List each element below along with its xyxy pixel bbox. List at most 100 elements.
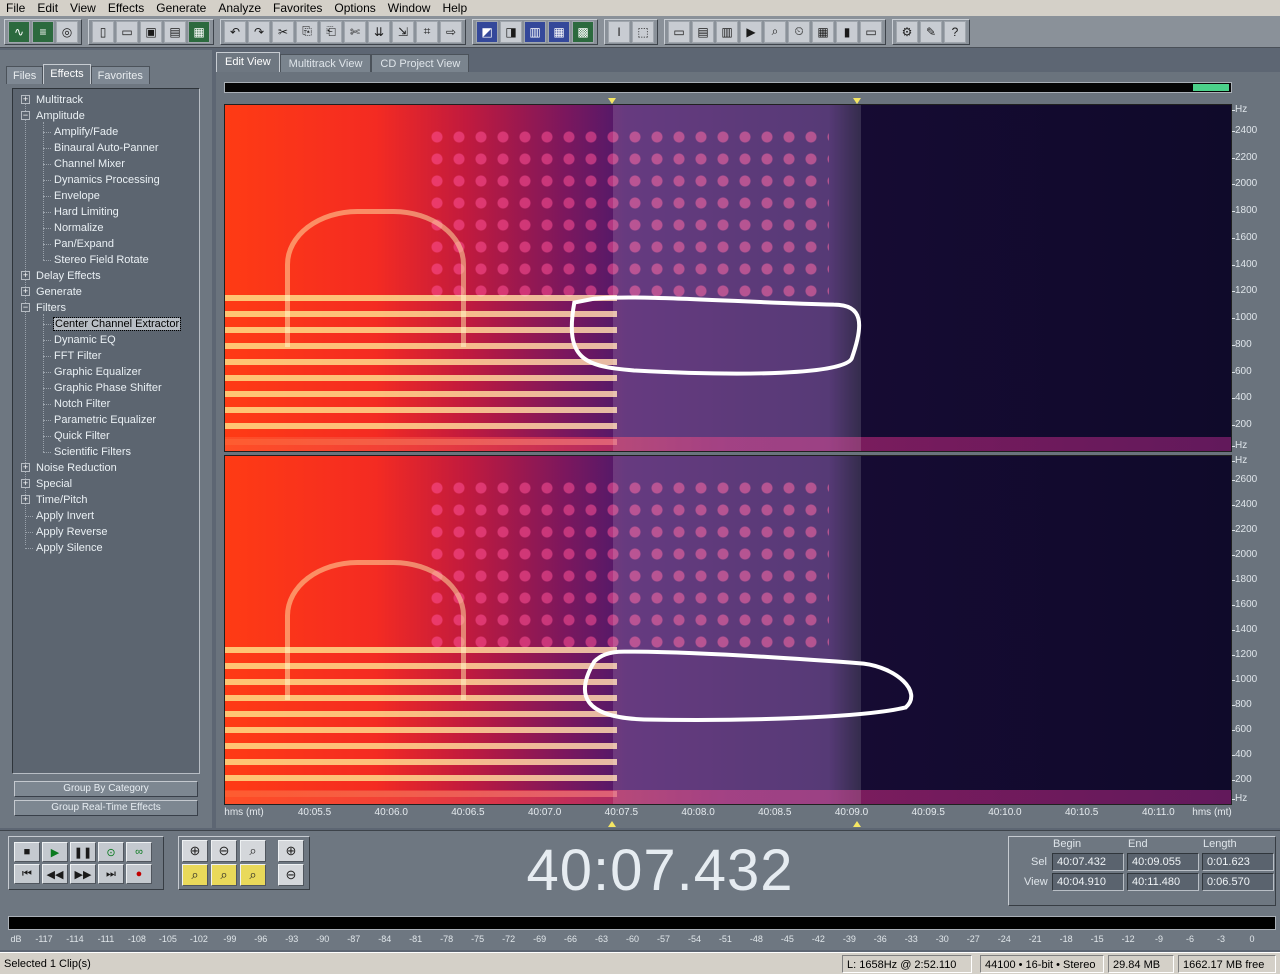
tree-item-center-channel-extractor[interactable]: Center Channel Extractor <box>52 316 182 332</box>
paste-icon[interactable]: ⎗ <box>320 20 342 43</box>
overview-visible-range[interactable] <box>1193 84 1229 91</box>
tree-item-generate[interactable]: Generate <box>36 284 82 300</box>
tree-item-filters[interactable]: Filters <box>36 300 66 316</box>
pause-button[interactable]: ❚❚ <box>70 842 96 862</box>
tree-item-fft-filter[interactable]: FFT Filter <box>54 348 101 364</box>
menu-edit[interactable]: Edit <box>31 0 64 16</box>
tools-icon[interactable]: ✎ <box>920 20 942 43</box>
zoom-out-icon[interactable]: ⊖ <box>211 840 237 862</box>
help-icon[interactable]: ? <box>944 20 966 43</box>
selection-window-icon[interactable]: ▦ <box>812 20 834 43</box>
spectral-pitch-icon[interactable]: ▩ <box>572 20 594 43</box>
tree-item-binaural-auto-panner[interactable]: Binaural Auto-Panner <box>54 140 159 156</box>
menu-favorites[interactable]: Favorites <box>267 0 328 16</box>
settings-icon[interactable]: ⚙ <box>896 20 918 43</box>
scissors-icon[interactable]: ✄ <box>344 20 366 43</box>
tab-effects[interactable]: Effects <box>43 64 91 84</box>
tab-edit-view[interactable]: Edit View <box>216 52 280 72</box>
menu-file[interactable]: File <box>0 0 31 16</box>
zoom-left-edge-icon[interactable]: ⌕ <box>211 864 237 886</box>
time-window-icon[interactable]: ⏲ <box>788 20 810 43</box>
menu-help[interactable]: Help <box>436 0 473 16</box>
spectral-freq-icon[interactable]: ▦ <box>548 20 570 43</box>
trim-icon[interactable]: ⇲ <box>392 20 414 43</box>
tab-cd-project-view[interactable]: CD Project View <box>371 54 470 72</box>
zoom-right-edge-icon[interactable]: ⌕ <box>240 864 266 886</box>
save-icon[interactable]: ▣ <box>140 20 162 43</box>
expand-time-pitch-icon[interactable]: + <box>21 495 30 504</box>
multitrack-view-icon[interactable]: ≡ <box>32 20 54 43</box>
selection-start-marker-bottom[interactable] <box>608 821 616 827</box>
tree-item-channel-mixer[interactable]: Channel Mixer <box>54 156 125 172</box>
save-all-icon[interactable]: ▤ <box>164 20 186 43</box>
sel-end-field[interactable]: 40:09.055 <box>1127 853 1199 871</box>
tree-item-quick-filter[interactable]: Quick Filter <box>54 428 110 444</box>
organizer-window-icon[interactable]: ▭ <box>668 20 690 43</box>
tree-item-apply-invert[interactable]: Apply Invert <box>36 508 94 524</box>
go-to-start-button[interactable]: ⏮ <box>14 864 40 884</box>
tree-item-amplify-fade[interactable]: Amplify/Fade <box>54 124 118 140</box>
menu-analyze[interactable]: Analyze <box>212 0 267 16</box>
tree-item-delay-effects[interactable]: Delay Effects <box>36 268 101 284</box>
tree-item-normalize[interactable]: Normalize <box>54 220 104 236</box>
tree-item-notch-filter[interactable]: Notch Filter <box>54 396 110 412</box>
sel-length-field[interactable]: 0:01.623 <box>1202 853 1274 871</box>
tree-item-apply-silence[interactable]: Apply Silence <box>36 540 103 556</box>
menu-generate[interactable]: Generate <box>150 0 212 16</box>
insert-icon[interactable]: ⇨ <box>440 20 462 43</box>
spectral-pan-icon[interactable]: ◨ <box>500 20 522 43</box>
open-folder-icon[interactable]: ▭ <box>116 20 138 43</box>
undo-icon[interactable]: ↶ <box>224 20 246 43</box>
waveform-view-icon[interactable]: ∿ <box>8 20 30 43</box>
zoom-in-icon[interactable]: ⊕ <box>182 840 208 862</box>
expand-noise-reduction-icon[interactable]: + <box>21 463 30 472</box>
stop-button[interactable]: ■ <box>14 842 40 862</box>
zoom-selection-icon[interactable]: ⌕ <box>182 864 208 886</box>
menu-options[interactable]: Options <box>328 0 381 16</box>
tree-item-apply-reverse[interactable]: Apply Reverse <box>36 524 108 540</box>
redo-icon[interactable]: ↷ <box>248 20 270 43</box>
view-end-field[interactable]: 40:11.480 <box>1127 873 1199 891</box>
tree-item-graphic-equalizer[interactable]: Graphic Equalizer <box>54 364 141 380</box>
tree-item-dynamic-eq[interactable]: Dynamic EQ <box>54 332 116 348</box>
collapse-filters-icon[interactable]: − <box>21 303 30 312</box>
menu-effects[interactable]: Effects <box>102 0 150 16</box>
play-button[interactable]: ▶ <box>42 842 68 862</box>
collapse-amplitude-icon[interactable]: − <box>21 111 30 120</box>
tree-item-graphic-phase-shifter[interactable]: Graphic Phase Shifter <box>54 380 162 396</box>
group-by-category-button[interactable]: Group By Category <box>14 781 198 797</box>
zoom-out-vertical-icon[interactable]: ⊖ <box>278 864 304 886</box>
window-icon-3[interactable]: ▥ <box>716 20 738 43</box>
transport-window-icon[interactable]: ▶ <box>740 20 762 43</box>
tab-files[interactable]: Files <box>6 66 44 84</box>
expand-special-icon[interactable]: + <box>21 479 30 488</box>
spectrogram-left-channel[interactable] <box>224 104 1232 452</box>
expand-generate-icon[interactable]: + <box>21 287 30 296</box>
mix-paste-icon[interactable]: ⇊ <box>368 20 390 43</box>
overview-bar[interactable] <box>224 82 1232 93</box>
menu-window[interactable]: Window <box>382 0 437 16</box>
level-meter-icon[interactable]: ▮ <box>836 20 858 43</box>
crop-icon[interactable]: ⌗ <box>416 20 438 43</box>
loop-button[interactable]: ∞ <box>126 842 152 862</box>
sel-begin-field[interactable]: 40:07.432 <box>1052 853 1124 871</box>
tree-item-noise-reduction[interactable]: Noise Reduction <box>36 460 117 476</box>
play-to-end-button[interactable]: ⊙ <box>98 842 124 862</box>
marquee-tool-icon[interactable]: ⬚ <box>632 20 654 43</box>
tree-item-dynamics-processing[interactable]: Dynamics Processing <box>54 172 160 188</box>
spectral-phase-icon[interactable]: ▥ <box>524 20 546 43</box>
selection-end-marker-bottom[interactable] <box>853 821 861 827</box>
copy-icon[interactable]: ⎘ <box>296 20 318 43</box>
time-ruler[interactable]: hms (mt) hms (mt) 40:05.5 40:06.0 40:06.5 40:… <box>224 806 1234 820</box>
cut-icon[interactable]: ✂ <box>272 20 294 43</box>
zoom-window-icon[interactable]: ⌕ <box>764 20 786 43</box>
window-icon-2[interactable]: ▤ <box>692 20 714 43</box>
tab-favorites[interactable]: Favorites <box>90 66 150 84</box>
tab-multitrack-view[interactable]: Multitrack View <box>279 54 372 72</box>
view-length-field[interactable]: 0:06.570 <box>1202 873 1274 891</box>
expand-delay-effects-icon[interactable]: + <box>21 271 30 280</box>
tree-item-parametric-equalizer[interactable]: Parametric Equalizer <box>54 412 156 428</box>
expand-multitrack-icon[interactable]: + <box>21 95 30 104</box>
window-icon-9[interactable]: ▭ <box>860 20 882 43</box>
tree-item-multitrack[interactable]: Multitrack <box>36 92 83 108</box>
